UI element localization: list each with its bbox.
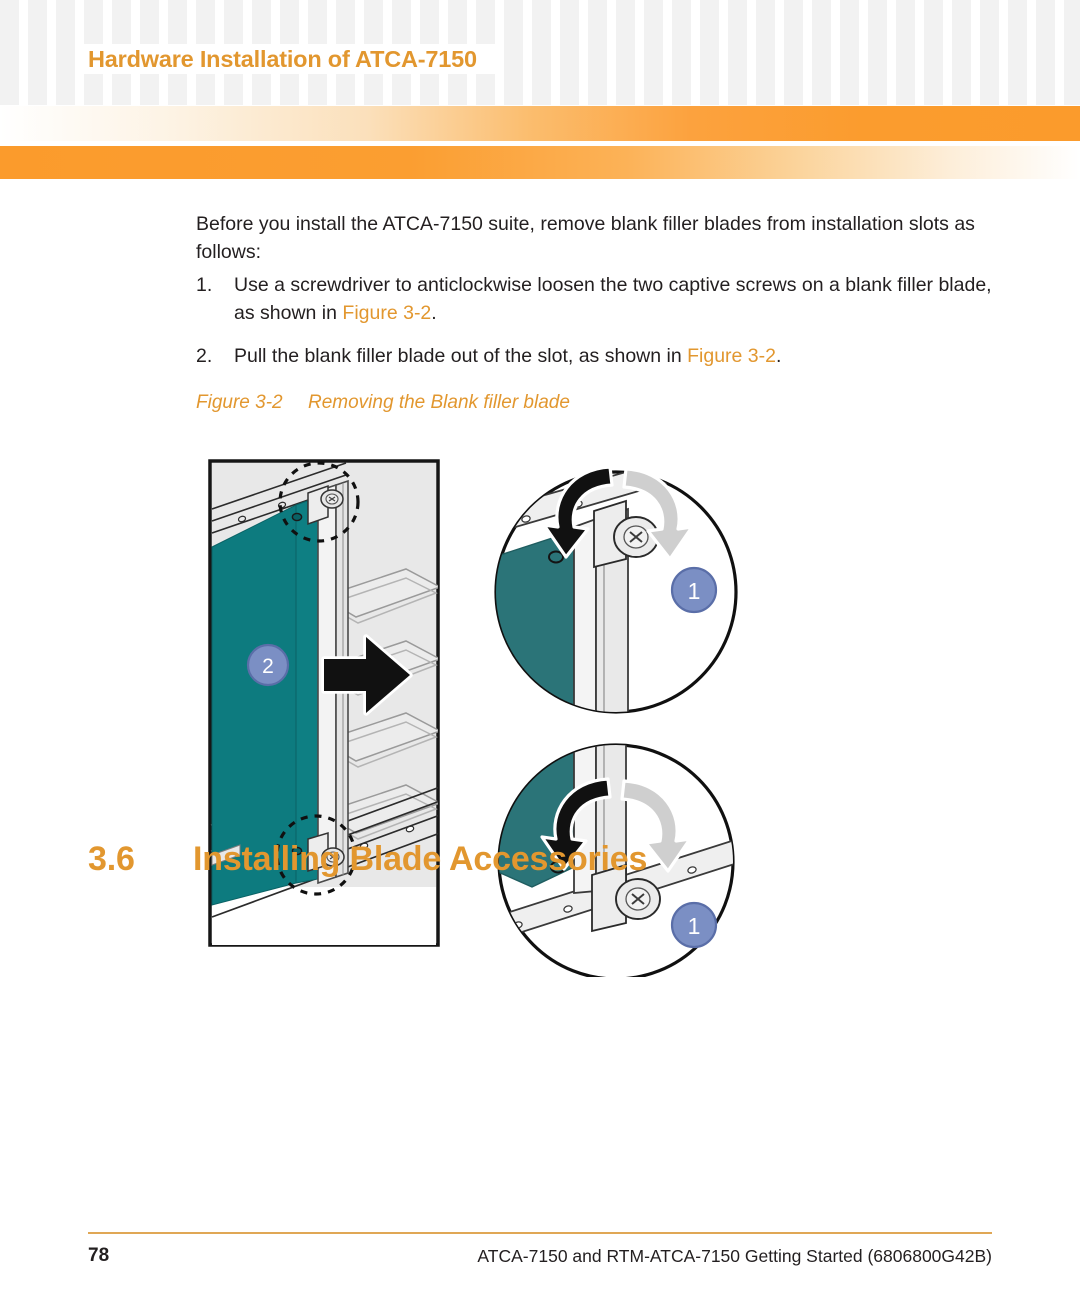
intro-paragraph: Before you install the ATCA-7150 suite, … [196,213,975,263]
list-item-text-before: Pull the blank filler blade out of the s… [234,345,688,367]
header-grid-row [0,3,1080,20]
list-item: 1. Use a screwdriver to anticlockwise lo… [196,271,1006,327]
header-bar-lower [0,146,1080,179]
callout-1-lower-label: 1 [688,913,701,939]
callout-1-upper-label: 1 [688,578,701,604]
callout-1-upper: 1 [670,566,718,614]
list-item-number: 2. [196,345,213,367]
footer-page-number: 78 [88,1245,110,1266]
header-grid-row [0,84,1080,101]
callout-2-label: 2 [262,655,274,678]
list-item: 2. Pull the blank filler blade out of th… [196,342,1006,370]
list-item-text-after: . [775,345,782,367]
figure-illustration: 2 1 1 [196,447,796,977]
callout-2-main: 2 [246,643,290,687]
figure-caption-title: Removing the Blank filler blade [308,392,570,413]
figure-caption: Figure 3-2 Removing the Blank filler blad… [196,392,570,414]
running-header-title: Hardware Installation of ATCA-7150 [88,46,477,72]
detail-view-upper: 1 [494,465,738,714]
procedure-list: 1. Use a screwdriver to anticlockwise lo… [196,271,1006,385]
list-item-text-after: . [431,302,437,324]
footer-document-title: ATCA-7150 and RTM-ATCA-7150 Getting Star… [477,1246,992,1266]
figure-caption-label: Figure 3-2 [196,392,283,413]
list-item-number: 1. [196,274,213,296]
page-header: Hardware Installation of ATCA-7150 [0,0,1080,105]
footer-divider [88,1232,992,1234]
section-number: 3.6 [88,840,135,878]
callout-1-lower: 1 [670,901,718,949]
header-bar-upper [0,106,1080,141]
section-title: Installing Blade Accessories [193,840,648,878]
figure-cross-reference-link[interactable]: Figure 3-2 [687,345,776,367]
figure-cross-reference-link[interactable]: Figure 3-2 [342,302,431,324]
section-heading: 3.6 Installing Blade Accessories [88,840,647,879]
